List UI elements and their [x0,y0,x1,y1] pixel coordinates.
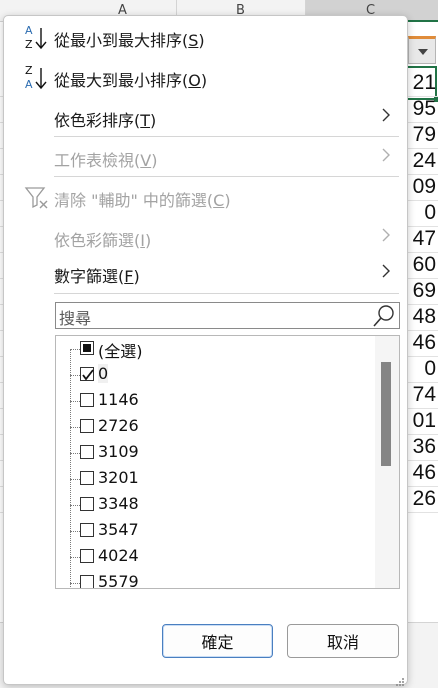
select-all-checkbox[interactable] [80,341,94,355]
chevron-right-icon [379,106,393,124]
search-placeholder: 搜尋 [59,309,92,328]
select-all-label: (全選) [98,342,143,361]
filter-list-item-label: 2726 [98,416,139,435]
clear-filter-icon [24,183,50,211]
sort-descending-icon: Z A [24,63,50,91]
filter-list-item-label: 3348 [98,494,139,513]
filter-value-list[interactable]: (全選) 0 1146 2726 3109 3201 3348 3547 4024 5579 [55,335,400,589]
sort-by-color-label: 依色彩排序( [54,111,141,130]
unchecked-checkbox[interactable] [80,497,94,511]
sheet-view-paren: ) [151,151,158,170]
filter-by-color-paren: ) [144,231,152,250]
filter-dropdown-button[interactable] [408,36,436,64]
filter-list-item-label: 0 [98,364,109,383]
svg-text:A: A [25,78,33,91]
ok-button[interactable]: 確定 [162,624,273,658]
search-input[interactable]: 搜尋 [55,302,400,329]
sort-ascending-item[interactable]: A Z 從最小到最大排序(S) [4,20,409,54]
filter-list-item[interactable]: 0 [56,362,376,388]
number-filters-item[interactable]: 數字篩選(F) [4,256,409,290]
unchecked-checkbox[interactable] [80,549,94,563]
sort-ascending-label: 從最小到最大排序( [54,31,189,50]
cancel-button[interactable]: 取消 [287,624,399,658]
unchecked-checkbox[interactable] [80,471,94,485]
sort-by-color-item[interactable]: 依色彩排序(T) [4,100,409,134]
sheet-view-label: 工作表檢視( [54,151,141,170]
filter-list-item-label: 5579 [98,572,139,589]
sort-descending-shortcut: O [188,71,201,90]
select-all-row[interactable]: (全選) [56,336,376,362]
filter-list-item[interactable]: 1146 [56,388,376,414]
svg-text:Z: Z [25,64,33,77]
scrollbar-thumb[interactable] [381,362,391,466]
unchecked-checkbox[interactable] [80,419,94,433]
resize-grip-icon[interactable] [395,672,405,686]
sort-descending-label: 從最大到最小排序( [54,71,189,90]
chevron-right-icon [379,146,393,164]
filter-list-item[interactable]: 3201 [56,466,376,492]
filter-by-color-item: 依色彩篩選(I) [4,220,409,254]
filter-list-item-label: 4024 [98,546,139,565]
filter-list-item-label: 1146 [98,390,139,409]
sheet-view-shortcut: V [140,151,152,170]
filter-list-item-label: 3547 [98,520,139,539]
unchecked-checkbox[interactable] [80,523,94,537]
clear-filter-paren: ) [224,191,231,210]
filter-list-item-label: 3109 [98,442,139,461]
filter-list-item[interactable]: 2726 [56,414,376,440]
svg-text:A: A [25,24,33,37]
menu-divider [54,136,399,137]
filter-list-item[interactable]: 4024 [56,544,376,570]
search-icon[interactable] [372,304,396,328]
filter-list-item-label: 3201 [98,468,139,487]
autofilter-menu: A Z 從最小到最大排序(S) Z A 從最大到最小排序(O) 依色彩排序(T)… [3,15,409,686]
checked-checkbox[interactable] [80,367,94,381]
sort-descending-item[interactable]: Z A 從最大到最小排序(O) [4,60,409,94]
chevron-right-icon [379,226,393,244]
clear-filter-shortcut: C [213,191,225,210]
sort-ascending-shortcut: S [188,31,199,50]
sort-by-color-shortcut: T [140,111,151,130]
chevron-right-icon [379,262,393,280]
filter-list-item[interactable]: 5579 [56,570,376,589]
filter-list-item[interactable]: 3109 [56,440,376,466]
unchecked-checkbox[interactable] [80,575,94,588]
filter-list-item[interactable]: 3348 [56,492,376,518]
number-filters-paren: ) [133,267,140,286]
sheet-view-item: 工作表檢視(V) [4,140,409,174]
list-scrollbar[interactable] [375,336,399,588]
sort-by-color-paren: ) [150,111,157,130]
filter-by-color-label: 依色彩篩選( [54,231,141,250]
clear-filter-item: 清除 "輔助" 中的篩選(C) [4,180,409,214]
clear-filter-label: 清除 "輔助" 中的篩選( [54,191,214,210]
filter-list-item[interactable]: 3547 [56,518,376,544]
number-filters-label: 數字篩選( [54,267,125,286]
menu-divider [54,176,399,177]
svg-text:Z: Z [25,38,33,51]
sort-ascending-paren: ) [198,31,205,50]
sort-ascending-icon: A Z [24,23,50,51]
menu-divider [54,293,399,294]
unchecked-checkbox[interactable] [80,393,94,407]
unchecked-checkbox[interactable] [80,445,94,459]
sort-descending-paren: ) [200,71,208,90]
